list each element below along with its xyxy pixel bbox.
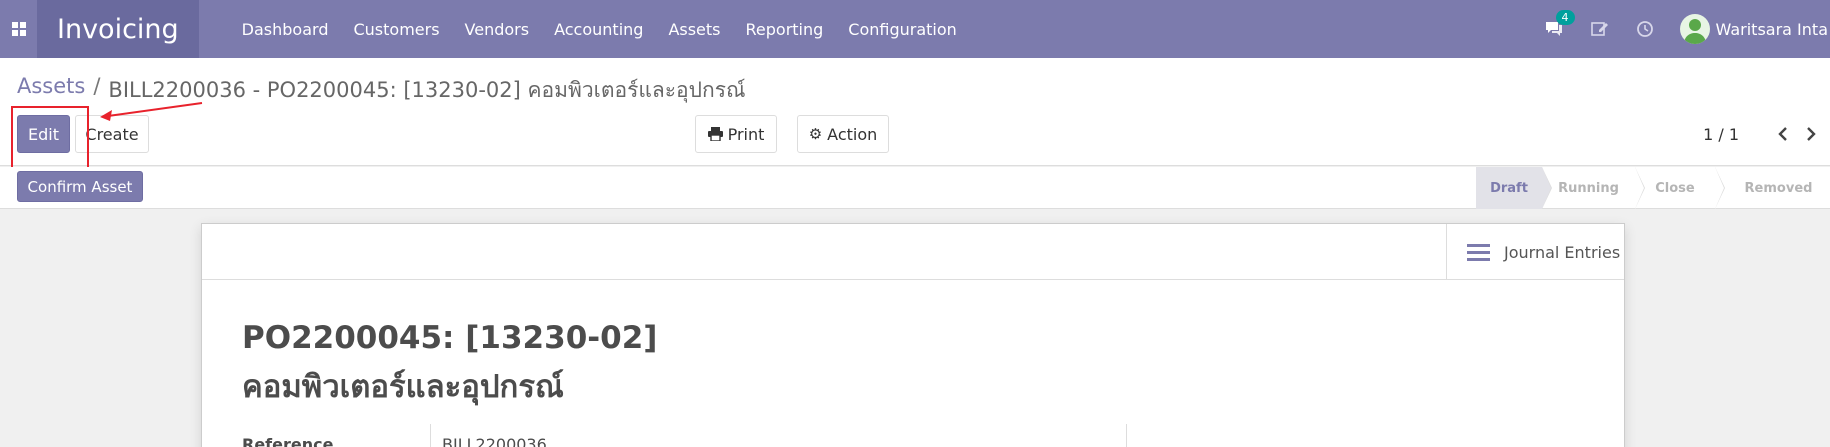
chevron-left-icon [1778, 127, 1787, 141]
breadcrumb-current: BILL2200036 - PO2200045: [13230-02] คอมพ… [108, 78, 746, 102]
stage-draft-label: Draft [1490, 180, 1528, 196]
apps-icon [11, 22, 26, 36]
user-name[interactable]: Waritsara Inta [1716, 20, 1828, 39]
stage-close[interactable]: Close [1635, 167, 1725, 209]
messages-count-badge: 4 [1555, 10, 1575, 25]
asset-title-line2: คอมพิวเตอร์และอุปกรณ์ [242, 369, 564, 405]
breadcrumb-separator: / [93, 74, 101, 98]
list-icon [1467, 243, 1490, 261]
pager: 1 / 1 [1703, 116, 1830, 152]
edit-button[interactable]: Edit [17, 115, 70, 153]
gear-icon: ⚙ [808, 125, 823, 143]
status-stages: Draft Running Close Removed [1476, 167, 1830, 209]
menu-item-reporting[interactable]: Reporting [746, 20, 824, 39]
activity-note-button[interactable] [1590, 20, 1610, 38]
smart-button-box: Journal Entries [202, 224, 1624, 280]
reference-label: Reference [242, 434, 334, 447]
apps-menu-button[interactable] [0, 0, 37, 58]
activities-button[interactable] [1636, 20, 1654, 38]
stage-running[interactable]: Running [1542, 167, 1645, 209]
stage-draft[interactable]: Draft [1476, 167, 1552, 209]
journal-entries-label: Journal Entries [1504, 242, 1621, 262]
action-button[interactable]: ⚙ Action [797, 115, 889, 153]
main-menu: Dashboard Customers Vendors Accounting A… [242, 20, 982, 39]
field-row-reference: Reference BILL2200036 [242, 424, 1127, 447]
menu-item-configuration[interactable]: Configuration [848, 20, 957, 39]
breadcrumb-parent-link[interactable]: Assets [17, 74, 85, 107]
pager-previous-button[interactable] [1769, 126, 1797, 142]
status-bar: Confirm Asset Draft Running Close Remove… [0, 167, 1830, 209]
stage-running-label: Running [1558, 180, 1619, 196]
journal-entries-button[interactable]: Journal Entries [1446, 224, 1624, 280]
breadcrumb: Assets / BILL2200036 - PO2200045: [13230… [17, 74, 745, 107]
form-sheet: Journal Entries PO2200045: [13230-02] คอ… [201, 223, 1625, 447]
print-button[interactable]: Print [695, 115, 777, 153]
pager-next-button[interactable] [1797, 126, 1825, 142]
menu-item-vendors[interactable]: Vendors [465, 20, 530, 39]
reference-value: BILL2200036 [430, 424, 1127, 447]
stage-removed[interactable]: Removed [1715, 167, 1830, 209]
control-panel: Assets / BILL2200036 - PO2200045: [13230… [0, 58, 1830, 166]
user-avatar-icon[interactable] [1679, 14, 1710, 44]
asset-title: PO2200045: [13230-02] คอมพิวเตอร์และอุปก… [242, 314, 657, 412]
print-icon [707, 127, 723, 141]
menu-item-assets[interactable]: Assets [668, 20, 720, 39]
systray: 4 Waritsara Inta [1544, 0, 1830, 58]
menu-item-accounting[interactable]: Accounting [554, 20, 643, 39]
messages-button[interactable]: 4 [1544, 10, 1575, 38]
clock-icon [1636, 21, 1653, 37]
create-button[interactable]: Create [75, 115, 149, 153]
edit-note-icon [1590, 22, 1608, 36]
stage-removed-label: Removed [1744, 180, 1813, 196]
pager-value[interactable]: 1 / 1 [1703, 125, 1739, 144]
chevron-right-icon [1807, 127, 1816, 141]
menu-item-customers[interactable]: Customers [353, 20, 439, 39]
stage-close-label: Close [1655, 180, 1695, 196]
print-button-label: Print [727, 124, 765, 144]
top-navbar: Invoicing Dashboard Customers Vendors Ac… [0, 0, 1830, 58]
asset-title-line1: PO2200045: [13230-02] [242, 320, 658, 356]
menu-item-dashboard[interactable]: Dashboard [242, 20, 329, 39]
confirm-asset-button[interactable]: Confirm Asset [17, 171, 143, 202]
action-button-label: Action [827, 124, 878, 144]
app-brand[interactable]: Invoicing [37, 0, 199, 58]
